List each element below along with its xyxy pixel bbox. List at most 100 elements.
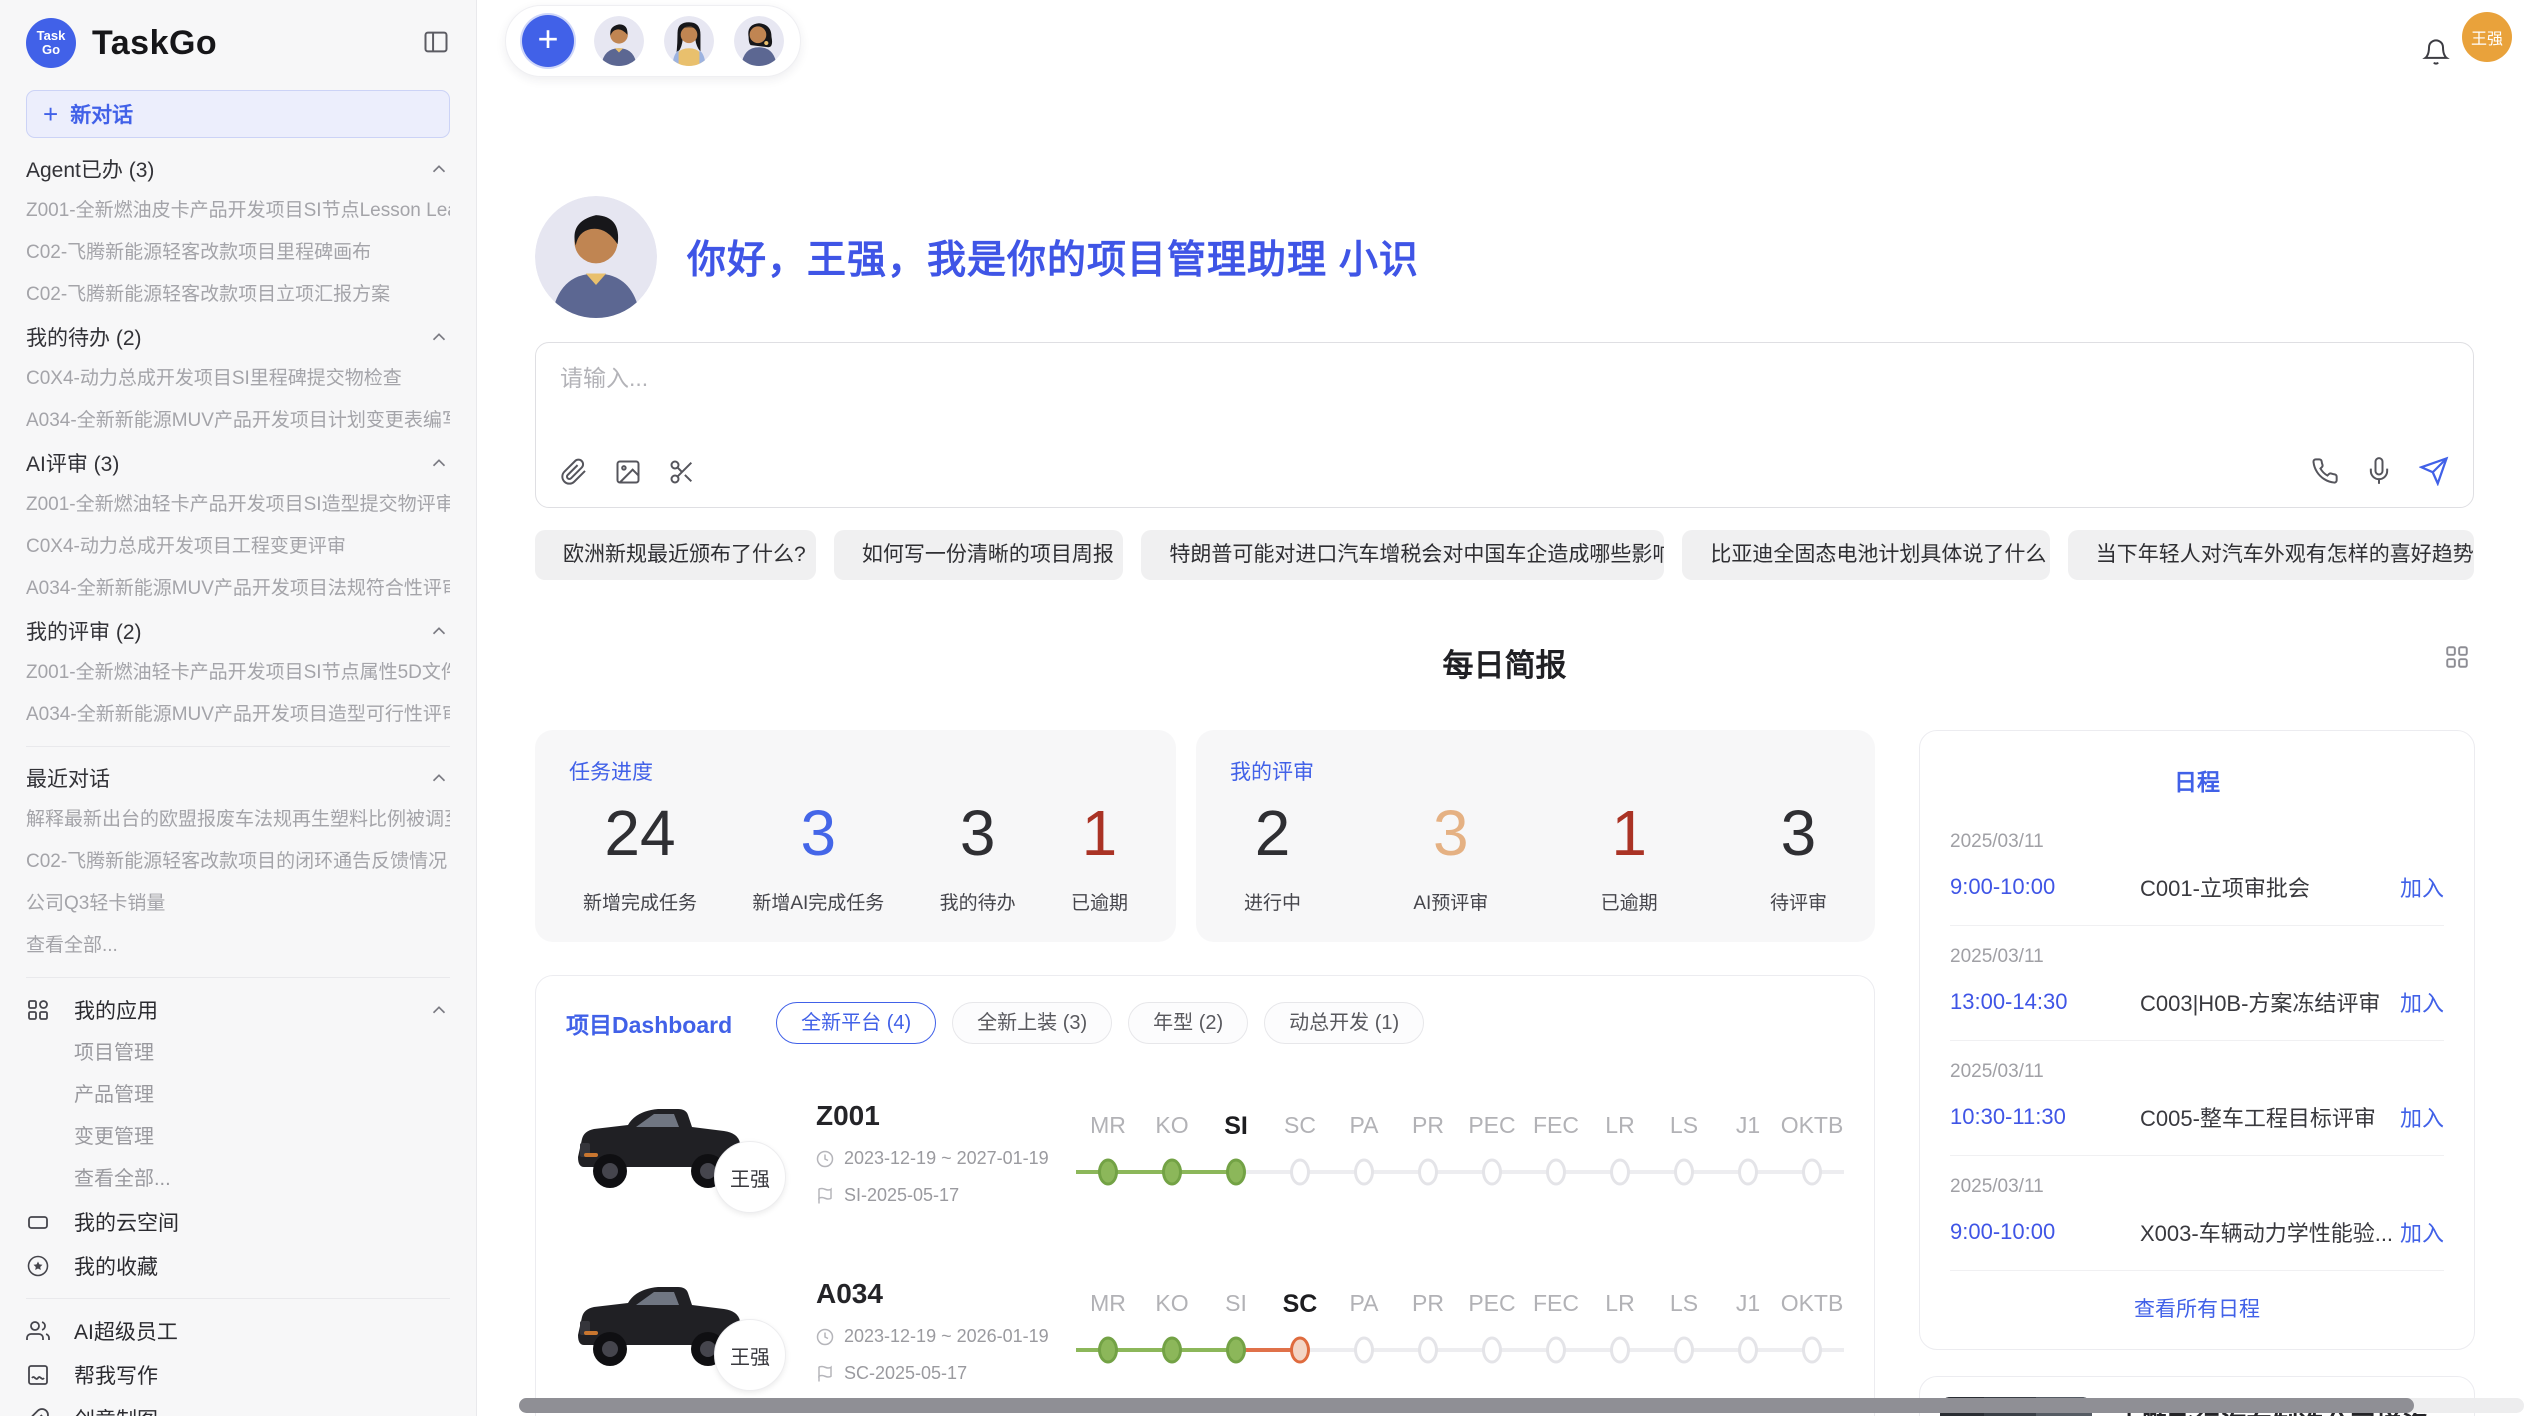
stat-item: 1 已逾期: [1601, 796, 1658, 915]
layout-grid-icon[interactable]: [2444, 644, 2470, 675]
milestone-dot: [1738, 1337, 1758, 1364]
chevron-up-icon: [428, 767, 450, 789]
scissors-icon[interactable]: [668, 458, 696, 491]
user-avatar[interactable]: 王强: [2462, 12, 2512, 62]
sidebar-item-creative-drawing[interactable]: 创意制图: [26, 1397, 450, 1416]
image-upload-icon[interactable]: [614, 458, 642, 491]
stat-item: 3 我的待办: [940, 796, 1016, 915]
cloud-drive-icon: [26, 1210, 50, 1234]
greeting-text: 你好，王强，我是你的项目管理助理 小识: [687, 229, 1419, 285]
project-row[interactable]: 王强 Z001 2023-12-19 ~ 2027-01-19: [566, 1084, 1844, 1222]
sidebar-item-ai-super-staff[interactable]: AI超级员工: [26, 1309, 450, 1353]
my-review-card: 我的评审 2 进行中 3 AI预评审: [1196, 730, 1875, 942]
sidebar-item[interactable]: C02-飞腾新能源轻客改款项目里程碑画布: [26, 232, 450, 274]
milestone-dot: [1674, 1337, 1694, 1364]
add-agent-button[interactable]: +: [522, 15, 574, 67]
sidebar-item[interactable]: C02-飞腾新能源轻客改款项目立项汇报方案: [26, 274, 450, 316]
recent-chat-item[interactable]: 公司Q3轻卡销量: [26, 883, 450, 925]
view-all-schedule-link[interactable]: 查看所有日程: [1950, 1271, 2444, 1331]
sidebar-item-favorites[interactable]: 我的收藏: [26, 1244, 450, 1288]
milestone-dot: [1674, 1159, 1694, 1186]
suggestion-chip[interactable]: 当下年轻人对汽车外观有怎样的喜好趋势: [2068, 530, 2474, 580]
milestone: MR: [1076, 1112, 1140, 1194]
chevron-up-icon: [428, 326, 450, 348]
sidebar-item[interactable]: Z001-全新燃油轻卡产品开发项目SI造型提交物评审: [26, 484, 450, 526]
attachment-icon[interactable]: [560, 458, 588, 491]
agent-avatar-2[interactable]: [664, 16, 714, 66]
new-chat-button[interactable]: + 新对话: [26, 90, 450, 138]
assistant-avatar: [535, 196, 657, 318]
schedule-event-title: C003|H0B-方案冻结评审: [2140, 986, 2400, 1018]
sidebar-item[interactable]: A034-全新新能源MUV产品开发项目计划变更表编写: [26, 400, 450, 442]
horizontal-scrollbar[interactable]: [519, 1398, 2524, 1413]
sidebar-section-header-recent[interactable]: 最近对话: [26, 757, 450, 799]
sidebar-item[interactable]: A034-全新新能源MUV产品开发项目造型可行性评审: [26, 694, 450, 736]
join-meeting-link[interactable]: 加入: [2400, 986, 2444, 1018]
milestone-dot: [1546, 1337, 1566, 1364]
stat-item: 2 进行中: [1244, 796, 1301, 915]
chat-composer[interactable]: [535, 342, 2474, 508]
app-logo: Task Go: [26, 18, 76, 68]
sidebar-item-help-me-write[interactable]: 帮我写作: [26, 1353, 450, 1397]
filter-chip[interactable]: 全新上装 (3): [952, 1002, 1112, 1044]
agent-avatar-3[interactable]: [734, 16, 784, 66]
filter-chip[interactable]: 动总开发 (1): [1264, 1002, 1424, 1044]
stats-cards: 任务进度 24 新增完成任务 3 新增AI: [535, 730, 1875, 942]
app-sub-item[interactable]: 查看全部...: [26, 1158, 450, 1200]
voice-call-icon[interactable]: [2311, 457, 2339, 490]
milestone-dot: [1226, 1337, 1246, 1364]
join-meeting-link[interactable]: 加入: [2400, 1101, 2444, 1133]
sidebar-section-header[interactable]: AI评审 (3): [26, 442, 450, 484]
send-icon[interactable]: [2419, 456, 2449, 491]
join-meeting-link[interactable]: 加入: [2400, 871, 2444, 903]
app-sub-item[interactable]: 产品管理: [26, 1074, 450, 1116]
milestone: PR: [1396, 1290, 1460, 1372]
recent-chat-item[interactable]: 解释最新出台的欧盟报废车法规再生塑料比例被调至15%...: [26, 799, 450, 841]
schedule-time: 10:30-11:30: [1950, 1104, 2140, 1130]
schedule-event-title: C001-立项审批会: [2140, 871, 2400, 903]
milestone: OKTB: [1780, 1290, 1844, 1372]
milestone: PA: [1332, 1112, 1396, 1194]
sidebar-section-header[interactable]: Agent已办 (3): [26, 148, 450, 190]
microphone-icon[interactable]: [2365, 457, 2393, 490]
sidebar-item-cloud-space[interactable]: 我的云空间: [26, 1200, 450, 1244]
suggestion-chip[interactable]: 特朗普可能对进口汽车增税会对中国车企造成哪些影响: [1141, 530, 1664, 580]
scrollbar-thumb[interactable]: [519, 1398, 2414, 1413]
app-sub-item[interactable]: 变更管理: [26, 1116, 450, 1158]
sidebar-item[interactable]: C0X4-动力总成开发项目工程变更评审: [26, 526, 450, 568]
schedule-title: 日程: [1950, 763, 2444, 797]
sidebar-item-my-apps[interactable]: 我的应用: [26, 988, 450, 1032]
recent-chat-item[interactable]: 查看全部...: [26, 925, 450, 967]
clock-icon: [816, 1150, 834, 1168]
chevron-up-icon: [428, 158, 450, 180]
milestone: OKTB: [1780, 1112, 1844, 1194]
sidebar-item[interactable]: A034-全新新能源MUV产品开发项目法规符合性评审: [26, 568, 450, 610]
suggestion-chip[interactable]: 比亚迪全固态电池计划具体说了什么: [1682, 530, 2049, 580]
collapse-sidebar-icon[interactable]: [422, 28, 450, 61]
milestone-dot: [1354, 1159, 1374, 1186]
milestone: MR: [1076, 1290, 1140, 1372]
sidebar-item[interactable]: C0X4-动力总成开发项目SI里程碑提交物检查: [26, 358, 450, 400]
milestone: LS: [1652, 1112, 1716, 1194]
sidebar-item[interactable]: Z001-全新燃油轻卡产品开发项目SI节点属性5D文件评审: [26, 652, 450, 694]
suggestion-chip[interactable]: 如何写一份清晰的项目周报: [834, 530, 1124, 580]
filter-chip[interactable]: 年型 (2): [1128, 1002, 1248, 1044]
sidebar-section-header[interactable]: 我的评审 (2): [26, 610, 450, 652]
app-sub-item[interactable]: 项目管理: [26, 1032, 450, 1074]
milestone: PEC: [1460, 1290, 1524, 1372]
notifications-bell-icon[interactable]: [2422, 38, 2450, 71]
sidebar-item[interactable]: Z001-全新燃油皮卡产品开发项目SI节点Lesson Learn报告: [26, 190, 450, 232]
people-icon: [26, 1319, 50, 1343]
filter-chip[interactable]: 全新平台 (4): [776, 1002, 936, 1044]
suggestion-chip[interactable]: 欧洲新规最近颁布了什么?: [535, 530, 816, 580]
milestone-dot: [1482, 1337, 1502, 1364]
recent-chat-item[interactable]: C02-飞腾新能源轻客改款项目的闭环通告反馈情况: [26, 841, 450, 883]
suggestion-chips: 欧洲新规最近颁布了什么? 如何写一份清晰的项目周报 特朗普可能对进口汽车增税会对…: [535, 530, 2474, 580]
chat-input[interactable]: [560, 365, 2449, 392]
milestone-dot: [1290, 1159, 1310, 1186]
agent-avatar-1[interactable]: [594, 16, 644, 66]
stat-item: 3 新增AI完成任务: [752, 796, 884, 915]
join-meeting-link[interactable]: 加入: [2400, 1216, 2444, 1248]
project-row[interactable]: 王强 A034 2023-12-19 ~ 2026-01-19: [566, 1262, 1844, 1400]
sidebar-section-header[interactable]: 我的待办 (2): [26, 316, 450, 358]
